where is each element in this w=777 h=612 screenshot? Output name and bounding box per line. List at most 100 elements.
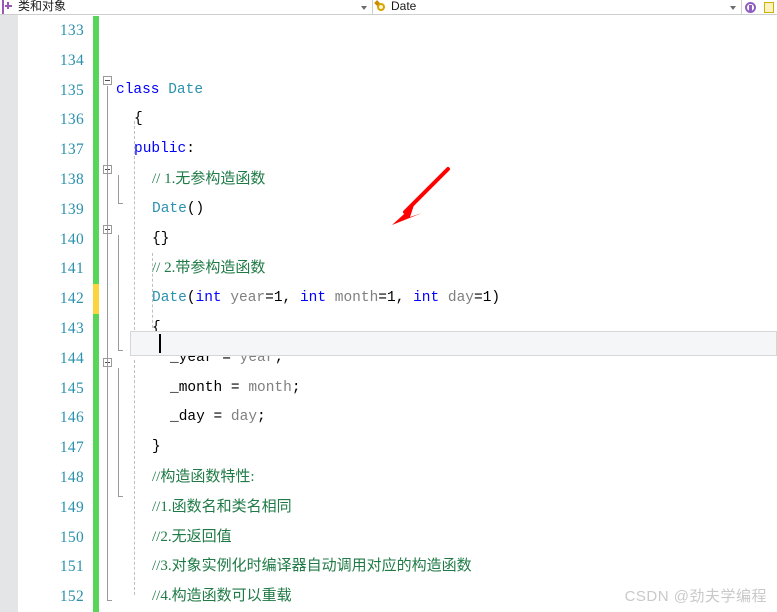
line-number: 147 (59, 439, 84, 457)
change-indicator (93, 45, 99, 76)
fold-line-comment-block (118, 368, 119, 496)
line-number: 135 (59, 81, 84, 99)
change-indicator (93, 165, 99, 195)
change-indicator (93, 16, 99, 46)
line-number: 148 (59, 469, 84, 486)
line-number: 149 (59, 498, 84, 516)
current-statement-highlight (130, 331, 777, 356)
member-kind-icon (764, 2, 774, 13)
line-number: 142 (59, 290, 84, 308)
line-number: 139 (59, 200, 84, 218)
change-indicator (93, 314, 99, 344)
code-line[interactable]: 151 //3.对象实例化时编译器自动调用对应的构造函数 (0, 552, 777, 583)
line-number: 152 (59, 588, 84, 606)
change-indicator (93, 433, 99, 463)
code-line-text: } (152, 439, 161, 456)
change-indicator (93, 403, 99, 434)
code-editor[interactable]: 133 134 135 class Date 136 {137 public: 138 // 1… (0, 15, 777, 612)
code-line-text: //3.对象实例化时编译器自动调用对应的构造函数 (152, 558, 472, 575)
code-line[interactable]: 149 //1.函数名和类名相同 (0, 492, 777, 523)
code-line-text: // 2.带参构造函数 (152, 260, 266, 277)
line-number: 137 (59, 141, 84, 159)
visual-studio-code-editor-window: 类和对象 Date 133 134 135 class Date 136 {137 publ… (0, 0, 777, 612)
code-line[interactable]: 133 (0, 16, 777, 46)
code-line-text: public: (134, 141, 195, 158)
line-number: 146 (59, 409, 84, 427)
code-line-text: class Date (116, 81, 204, 98)
change-indicator (93, 254, 99, 285)
code-line-text: { (134, 111, 143, 128)
csdn-watermark: CSDN @劲夫学编程 (624, 588, 767, 605)
change-indicator (93, 343, 99, 374)
member-dropdown[interactable] (742, 0, 777, 14)
scope-dropdown-label: 类和对象 (18, 0, 67, 13)
code-line-text: {} (152, 230, 170, 247)
chevron-down-icon[interactable] (730, 6, 736, 10)
indent-guide-2 (134, 360, 135, 595)
code-line[interactable]: 145 _month = month; (0, 373, 777, 404)
line-number: 141 (59, 260, 84, 278)
code-line[interactable]: 137 public: (0, 135, 777, 165)
namespace-icon (2, 0, 15, 14)
line-number: 151 (59, 558, 84, 576)
code-line[interactable]: 150 //2.无返回值 (0, 522, 777, 553)
change-indicator (93, 135, 99, 165)
code-line-text: //构造函数特性: (152, 469, 255, 485)
code-line[interactable]: 138 // 1.无参构造函数 (0, 165, 777, 195)
fold-end-comment-block (118, 496, 123, 497)
change-indicator (93, 463, 99, 493)
code-line[interactable]: 146 _day = day; (0, 403, 777, 434)
fold-end-param-ctor (118, 350, 123, 351)
change-indicator (93, 492, 99, 523)
type-dropdown[interactable]: Date (373, 0, 742, 14)
code-line[interactable]: 134 (0, 45, 777, 76)
change-indicator (93, 75, 99, 106)
code-line-text: //2.无返回值 (152, 528, 232, 545)
code-line-text: //4.构造函数可以重载 (152, 588, 292, 605)
change-indicator (93, 194, 99, 225)
text-caret (159, 334, 161, 353)
code-line[interactable]: 135 class Date (0, 75, 777, 106)
line-number: 150 (59, 528, 84, 546)
line-number: 144 (59, 349, 84, 367)
fold-toggle-class[interactable] (103, 76, 112, 85)
type-dropdown-label: Date (391, 0, 417, 13)
line-number: 138 (59, 171, 84, 188)
line-number: 136 (59, 111, 84, 129)
code-line-text: // 1.无参构造函数 (152, 171, 266, 187)
code-line[interactable]: 147} (0, 433, 777, 463)
fold-end-default-ctor (118, 203, 123, 204)
line-number: 145 (59, 379, 84, 397)
line-number: 134 (59, 51, 84, 69)
code-line[interactable]: 139 Date() (0, 194, 777, 225)
class-icon (375, 1, 388, 14)
code-line-text: _day = day; (170, 409, 266, 426)
code-line-text: Date() (152, 200, 205, 217)
line-number: 133 (59, 22, 84, 39)
code-line[interactable]: 148 //构造函数特性: (0, 463, 777, 493)
fold-line-param-ctor (118, 235, 119, 350)
code-line[interactable]: 141 // 2.带参构造函数 (0, 254, 777, 285)
member-icon (744, 1, 757, 14)
code-line[interactable]: 142 Date(int year=1, int month=1, int day… (0, 284, 777, 314)
line-number: 143 (59, 320, 84, 337)
indent-guide-3 (152, 253, 153, 328)
code-line-text: _month = month; (170, 379, 301, 396)
code-line[interactable]: 136 { (0, 105, 777, 136)
navigation-bar: 类和对象 Date (0, 0, 777, 15)
line-number: 140 (59, 230, 84, 248)
change-indicator (93, 522, 99, 553)
change-indicator (93, 105, 99, 136)
change-indicator (93, 552, 99, 583)
change-indicator (93, 373, 99, 404)
fold-line-class (107, 86, 108, 600)
chevron-down-icon[interactable] (361, 6, 367, 10)
scope-dropdown[interactable]: 类和对象 (0, 0, 373, 14)
fold-end-class (107, 600, 112, 601)
change-indicator (93, 582, 99, 612)
change-indicator (93, 224, 99, 255)
fold-line-default-ctor (118, 175, 119, 203)
indent-guide-1 (134, 121, 135, 350)
code-line[interactable]: 140 {} (0, 224, 777, 255)
change-indicator (93, 284, 99, 314)
